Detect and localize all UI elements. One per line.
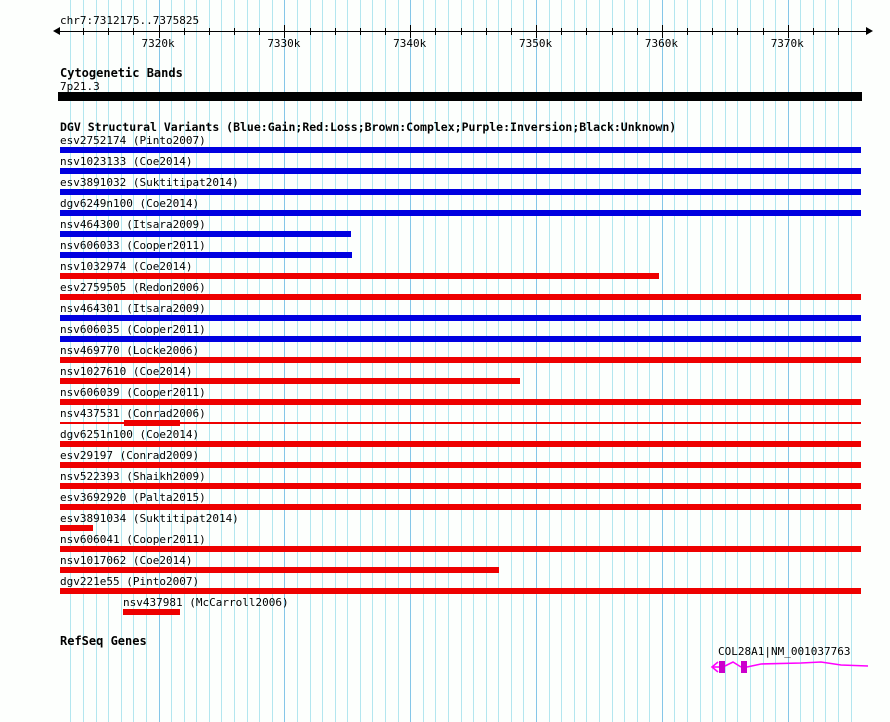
- cytogenetic-band-bar[interactable]: [58, 92, 862, 101]
- variant-label[interactable]: nsv1017062 (Coe2014): [60, 554, 192, 567]
- variant-bar[interactable]: [60, 378, 520, 384]
- genome-browser-canvas: chr7:7312175..7375825 7320k 7330k 7340k 735…: [0, 0, 890, 722]
- variant-bar[interactable]: [60, 315, 861, 321]
- axis-left-arrow-icon: [53, 27, 60, 35]
- axis-tick: [208, 28, 210, 35]
- variant-label[interactable]: nsv437531 (Conrad2006): [60, 407, 206, 420]
- variant-label[interactable]: nsv464300 (Itsara2009): [60, 218, 206, 231]
- gene-structure[interactable]: [705, 658, 875, 676]
- axis-tick: [460, 28, 462, 35]
- variant-label[interactable]: esv29197 (Conrad2009): [60, 449, 199, 462]
- variant-label[interactable]: dgv6249n100 (Coe2014): [60, 197, 199, 210]
- variant-label[interactable]: nsv606033 (Cooper2011): [60, 239, 206, 252]
- cytogenetic-header: Cytogenetic Bands: [60, 66, 183, 80]
- variant-label[interactable]: nsv522393 (Shaikh2009): [60, 470, 206, 483]
- variant-bar[interactable]: [60, 357, 861, 363]
- axis-tick: [687, 28, 688, 35]
- axis-tick: [737, 28, 739, 35]
- variant-label[interactable]: esv3891034 (Suktitipat2014): [60, 512, 239, 525]
- variant-bar[interactable]: [60, 462, 861, 468]
- variant-label[interactable]: dgv221e55 (Pinto2007): [60, 575, 199, 588]
- axis-tick: [435, 28, 437, 35]
- variant-label[interactable]: nsv1023133 (Coe2014): [60, 155, 192, 168]
- variant-bar[interactable]: [124, 420, 181, 426]
- axis-tick: [385, 28, 386, 35]
- axis-tick: [636, 28, 638, 35]
- axis-tick: [510, 28, 512, 35]
- variant-label[interactable]: nsv606039 (Cooper2011): [60, 386, 206, 399]
- variant-bar[interactable]: [60, 483, 861, 489]
- variant-bar[interactable]: [60, 504, 861, 510]
- variant-bar[interactable]: [60, 441, 861, 447]
- axis-tick: [359, 28, 361, 35]
- variant-bar[interactable]: [123, 609, 181, 615]
- variant-bar[interactable]: [60, 273, 660, 279]
- region-title: chr7:7312175..7375825: [60, 14, 200, 27]
- axis-tick: [586, 28, 588, 35]
- gene-exon: [741, 661, 747, 673]
- axis-tick: [485, 28, 487, 35]
- variant-bar[interactable]: [60, 399, 861, 405]
- variant-label[interactable]: nsv606035 (Cooper2011): [60, 323, 206, 336]
- axis-tick: [83, 28, 84, 35]
- variant-bar[interactable]: [60, 588, 861, 594]
- axis-tick: [762, 28, 764, 35]
- variant-label[interactable]: esv2759505 (Redon2006): [60, 281, 206, 294]
- variant-label[interactable]: esv3891032 (Suktitipat2014): [60, 176, 239, 189]
- axis-right-arrow-icon: [866, 27, 873, 35]
- axis-tick: [611, 28, 613, 35]
- tick-label: 7340k: [393, 37, 427, 50]
- tick-label: 7350k: [519, 37, 553, 50]
- axis-tick: [234, 28, 235, 35]
- variant-bar[interactable]: [60, 231, 351, 237]
- refseq-gene-label[interactable]: COL28A1|NM_001037763: [718, 645, 850, 658]
- variant-bar[interactable]: [60, 189, 861, 195]
- tick-label: 7370k: [770, 37, 804, 50]
- axis-tick: [183, 28, 185, 35]
- axis-tick: [334, 28, 336, 35]
- tick-label: 7360k: [644, 37, 678, 50]
- variant-label[interactable]: nsv437981 (McCarroll2006): [123, 596, 289, 609]
- variant-bar[interactable]: [60, 525, 93, 531]
- variant-label[interactable]: esv2752174 (Pinto2007): [60, 134, 206, 147]
- variant-bar[interactable]: [60, 168, 861, 174]
- variant-bar[interactable]: [60, 567, 499, 573]
- tick-label: 7330k: [267, 37, 301, 50]
- gene-intron: [746, 661, 869, 668]
- dgv-header: DGV Structural Variants (Blue:Gain;Red:L…: [60, 120, 677, 134]
- variant-bar[interactable]: [60, 252, 353, 258]
- gene-intron: [724, 661, 742, 668]
- variant-bar[interactable]: [60, 546, 861, 552]
- refseq-header: RefSeq Genes: [60, 634, 147, 648]
- tick-label: 7320k: [141, 37, 175, 50]
- axis-tick: [838, 28, 839, 35]
- variant-label[interactable]: esv3692920 (Palta2015): [60, 491, 206, 504]
- axis-tick: [108, 28, 110, 35]
- axis-tick: [712, 28, 714, 35]
- axis-tick: [309, 28, 311, 35]
- variant-bar[interactable]: [60, 294, 861, 300]
- variant-label[interactable]: nsv606041 (Cooper2011): [60, 533, 206, 546]
- axis-tick: [812, 28, 814, 35]
- variant-bar[interactable]: [60, 336, 861, 342]
- gene-exon: [719, 661, 725, 673]
- variant-label[interactable]: dgv6251n100 (Coe2014): [60, 428, 199, 441]
- variant-label[interactable]: nsv1032974 (Coe2014): [60, 260, 192, 273]
- variant-bar[interactable]: [60, 210, 861, 216]
- axis-tick: [561, 28, 563, 35]
- axis-tick: [133, 28, 135, 35]
- variant-label[interactable]: nsv469770 (Locke2006): [60, 344, 199, 357]
- variant-label[interactable]: nsv464301 (Itsara2009): [60, 302, 206, 315]
- variant-label[interactable]: nsv1027610 (Coe2014): [60, 365, 192, 378]
- variant-bar[interactable]: [60, 147, 861, 153]
- axis-tick: [259, 28, 261, 35]
